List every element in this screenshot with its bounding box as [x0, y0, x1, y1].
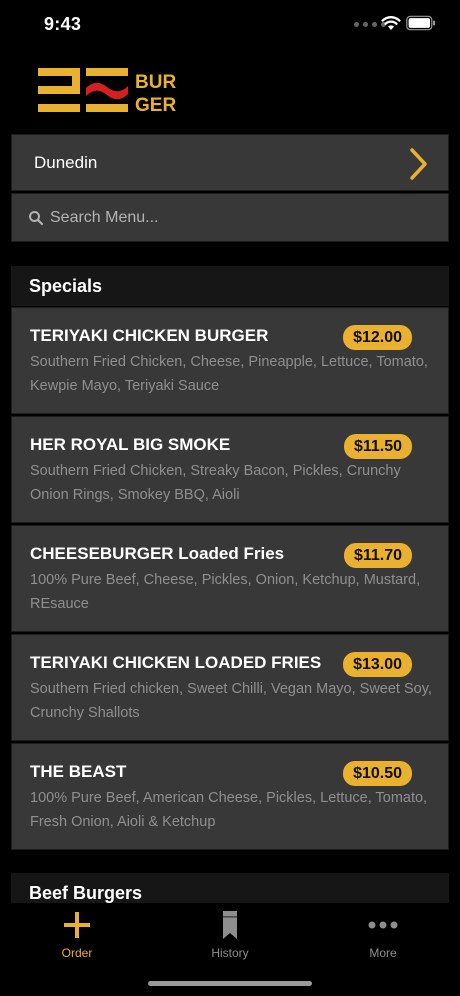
menu-item[interactable]: TERIYAKI CHICKEN BURGER $12.00 Southern … [11, 307, 449, 414]
re-burger-logo: BUR GER [38, 68, 176, 112]
search-input[interactable] [50, 208, 430, 227]
item-description: Southern Fried Chicken, Cheese, Pineappl… [30, 354, 428, 394]
item-name: CHEESEBURGER Loaded Fries [30, 544, 285, 563]
chevron-right-icon [410, 148, 427, 180]
item-name: TERIYAKI CHICKEN LOADED FRIES [30, 653, 322, 672]
price-badge: $11.50 [343, 434, 412, 459]
price-badge: $10.50 [343, 761, 412, 786]
plus-icon [64, 912, 90, 938]
menu-item[interactable]: THE BEAST $10.50 100% Pure Beef, America… [11, 743, 449, 850]
wifi-icon [381, 16, 401, 30]
home-indicator [148, 981, 312, 986]
price-badge: $13.00 [343, 652, 412, 677]
tab-label: History [211, 946, 249, 960]
section-title: Specials [29, 275, 103, 296]
tab-order[interactable]: Order [37, 909, 117, 965]
tab-more[interactable]: More [343, 909, 423, 965]
more-dots-icon [368, 921, 398, 929]
bookmark-icon [223, 911, 237, 939]
item-description: Southern Fried chicken, Sweet Chilli, Ve… [30, 681, 432, 721]
menu-item[interactable]: TERIYAKI CHICKEN LOADED FRIES $13.00 Sou… [11, 634, 449, 741]
item-description: 100% Pure Beef, American Cheese, Pickles… [30, 790, 428, 830]
menu-item[interactable]: HER ROYAL BIG SMOKE $11.50 Southern Frie… [11, 416, 449, 523]
price-badge: $11.70 [343, 543, 412, 568]
tab-label: More [369, 946, 397, 960]
item-description: 100% Pure Beef, Cheese, Pickles, Onion, … [30, 572, 421, 612]
section-header-specials: Specials [11, 266, 449, 306]
tab-label: Order [61, 946, 93, 960]
item-name: HER ROYAL BIG SMOKE [30, 435, 231, 454]
search-icon [29, 210, 44, 225]
svg-text:GER: GER [135, 95, 176, 112]
location-selector[interactable]: Dunedin [11, 134, 449, 191]
section-title: Beef Burgers [29, 882, 143, 903]
location-name: Dunedin [34, 152, 98, 172]
price-badge: $12.00 [343, 325, 412, 350]
item-description: Southern Fried Chicken, Streaky Bacon, P… [30, 463, 401, 503]
item-name: TERIYAKI CHICKEN BURGER [30, 326, 269, 345]
tab-history[interactable]: History [190, 909, 270, 965]
svg-text:BUR: BUR [135, 72, 176, 93]
status-bar: 9:43 [0, 0, 460, 50]
menu-item[interactable]: CHEESEBURGER Loaded Fries $11.70 100% Pu… [11, 525, 449, 632]
battery-icon [406, 15, 435, 31]
status-time: 9:43 [44, 14, 82, 34]
search-bar[interactable] [11, 193, 449, 242]
item-name: THE BEAST [30, 762, 127, 781]
